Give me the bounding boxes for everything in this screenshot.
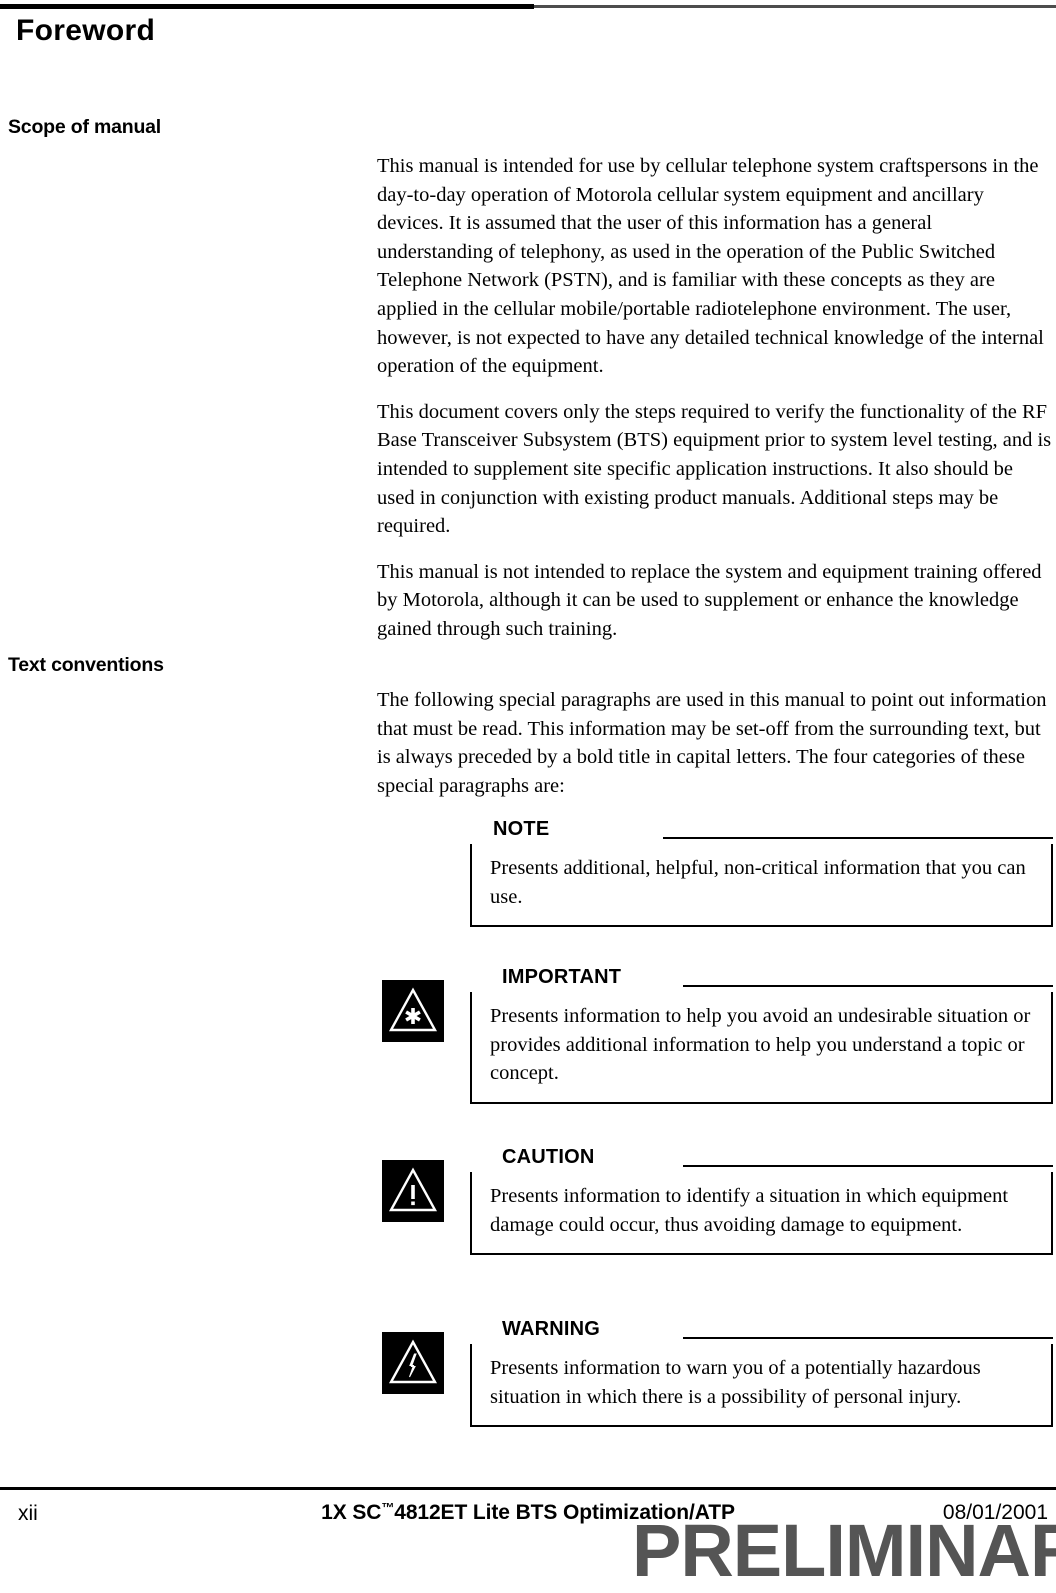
admonition-top-rule	[683, 1337, 1053, 1339]
admonition-body: Presents additional, helpful, non-critic…	[470, 844, 1053, 928]
admonition-caution: CAUTION Presents information to identify…	[377, 1146, 1053, 1256]
admonition-text: Presents information to warn you of a po…	[490, 1357, 981, 1408]
admonition-warning: WARNING Presents information to warn you…	[377, 1318, 1053, 1428]
admonition-title: CAUTION	[502, 1146, 595, 1168]
admonition-title-row: IMPORTANT	[377, 966, 1053, 992]
page-title: Foreword	[16, 14, 156, 47]
section-heading-text-conventions: Text conventions	[8, 654, 164, 676]
admonition-text: Presents additional, helpful, non-critic…	[490, 857, 1026, 908]
admonition-body: Presents information to help you avoid a…	[470, 992, 1053, 1104]
admonition-title: NOTE	[493, 818, 550, 840]
admonition-top-rule	[663, 837, 1053, 839]
admonition-title-row: CAUTION	[377, 1146, 1053, 1172]
admonition-body: Presents information to identify a situa…	[470, 1172, 1053, 1256]
section-heading-scope-of-manual: Scope of manual	[8, 116, 162, 138]
admonition-text: Presents information to help you avoid a…	[490, 1005, 1031, 1085]
trademark-icon: ™	[381, 1500, 395, 1515]
preliminary-watermark: PRELIMINARY	[632, 1509, 1056, 1592]
admonition-note: NOTE Presents additional, helpful, non-c…	[377, 818, 1053, 928]
admonition-title: WARNING	[502, 1318, 601, 1340]
footer-title-prefix: 1X SC	[321, 1501, 382, 1524]
admonition-top-rule	[683, 1165, 1053, 1167]
header-rule-thick	[0, 4, 534, 9]
paragraph: This manual is intended for use by cellu…	[377, 155, 1044, 378]
header-rule-thin	[534, 5, 1056, 8]
admonition-title-row: WARNING	[377, 1318, 1053, 1344]
section-body-scope-of-manual: This manual is intended for use by cellu…	[377, 152, 1052, 661]
footer-rule	[0, 1487, 1056, 1490]
admonition-important: IMPORTANT Presents information to help y…	[377, 966, 1053, 1104]
admonition-title: IMPORTANT	[502, 966, 622, 988]
admonition-top-rule	[683, 985, 1053, 987]
admonition-title-row: NOTE	[377, 818, 1053, 844]
paragraph: This document covers only the steps requ…	[377, 400, 1052, 538]
admonition-body: Presents information to warn you of a po…	[470, 1344, 1053, 1428]
paragraph: The following special paragraphs are use…	[377, 689, 1047, 797]
admonition-text: Presents information to identify a situa…	[490, 1185, 1009, 1236]
section-body-text-conventions: The following special paragraphs are use…	[377, 686, 1056, 817]
paragraph: This manual is not intended to replace t…	[377, 560, 1042, 640]
